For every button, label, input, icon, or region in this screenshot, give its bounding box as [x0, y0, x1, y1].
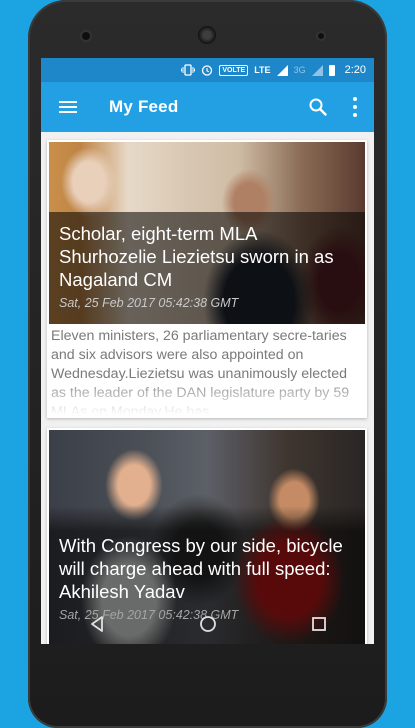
3g-signal-icon [311, 64, 323, 76]
battery-icon [328, 64, 335, 76]
page-title: My Feed [109, 97, 179, 116]
home-icon [199, 616, 216, 632]
recents-icon [311, 617, 326, 631]
article-image: Scholar, eight-term MLA Shurhozelie Liez… [49, 142, 365, 324]
feed-list: Scholar, eight-term MLA Shurhozelie Liez… [41, 132, 374, 644]
app-bar: My Feed [41, 82, 374, 132]
article-headline[interactable]: Scholar, eight-term MLA Shurhozelie Liez… [59, 222, 355, 291]
article-summary: Eleven ministers, 26 parliamentary secre… [47, 324, 367, 417]
back-icon [90, 616, 103, 632]
recents-button[interactable] [299, 604, 339, 644]
article-overlay: Scholar, eight-term MLA Shurhozelie Liez… [49, 212, 365, 324]
camera-icon [82, 32, 90, 40]
alarm-icon [202, 65, 213, 76]
article-headline[interactable]: With Congress by our side, bicycle will … [59, 534, 355, 603]
article-datetime: Sat, 25 Feb 2017 05:42:38 GMT [59, 296, 239, 310]
lte-signal-icon [276, 64, 288, 76]
back-button[interactable] [77, 604, 117, 644]
home-button[interactable] [188, 604, 228, 644]
status-bar: VOLTE LTE 3G 2:20 [41, 58, 374, 82]
search-icon[interactable] [308, 97, 328, 117]
vibrate-icon [181, 64, 196, 76]
speaker-grille [198, 26, 216, 44]
more-vert-icon[interactable] [352, 97, 358, 117]
volte-badge: VOLTE [219, 64, 249, 76]
lte-label: LTE [254, 65, 271, 75]
article-card[interactable]: Scholar, eight-term MLA Shurhozelie Liez… [47, 140, 367, 418]
sensor-icon [318, 33, 324, 39]
3g-label: 3G [293, 65, 306, 75]
navigation-bar [41, 602, 374, 646]
status-time: 2:20 [344, 64, 366, 76]
screen: VOLTE LTE 3G 2:20 My Feed Scholar, eight… [41, 58, 374, 644]
menu-icon[interactable] [59, 101, 77, 113]
